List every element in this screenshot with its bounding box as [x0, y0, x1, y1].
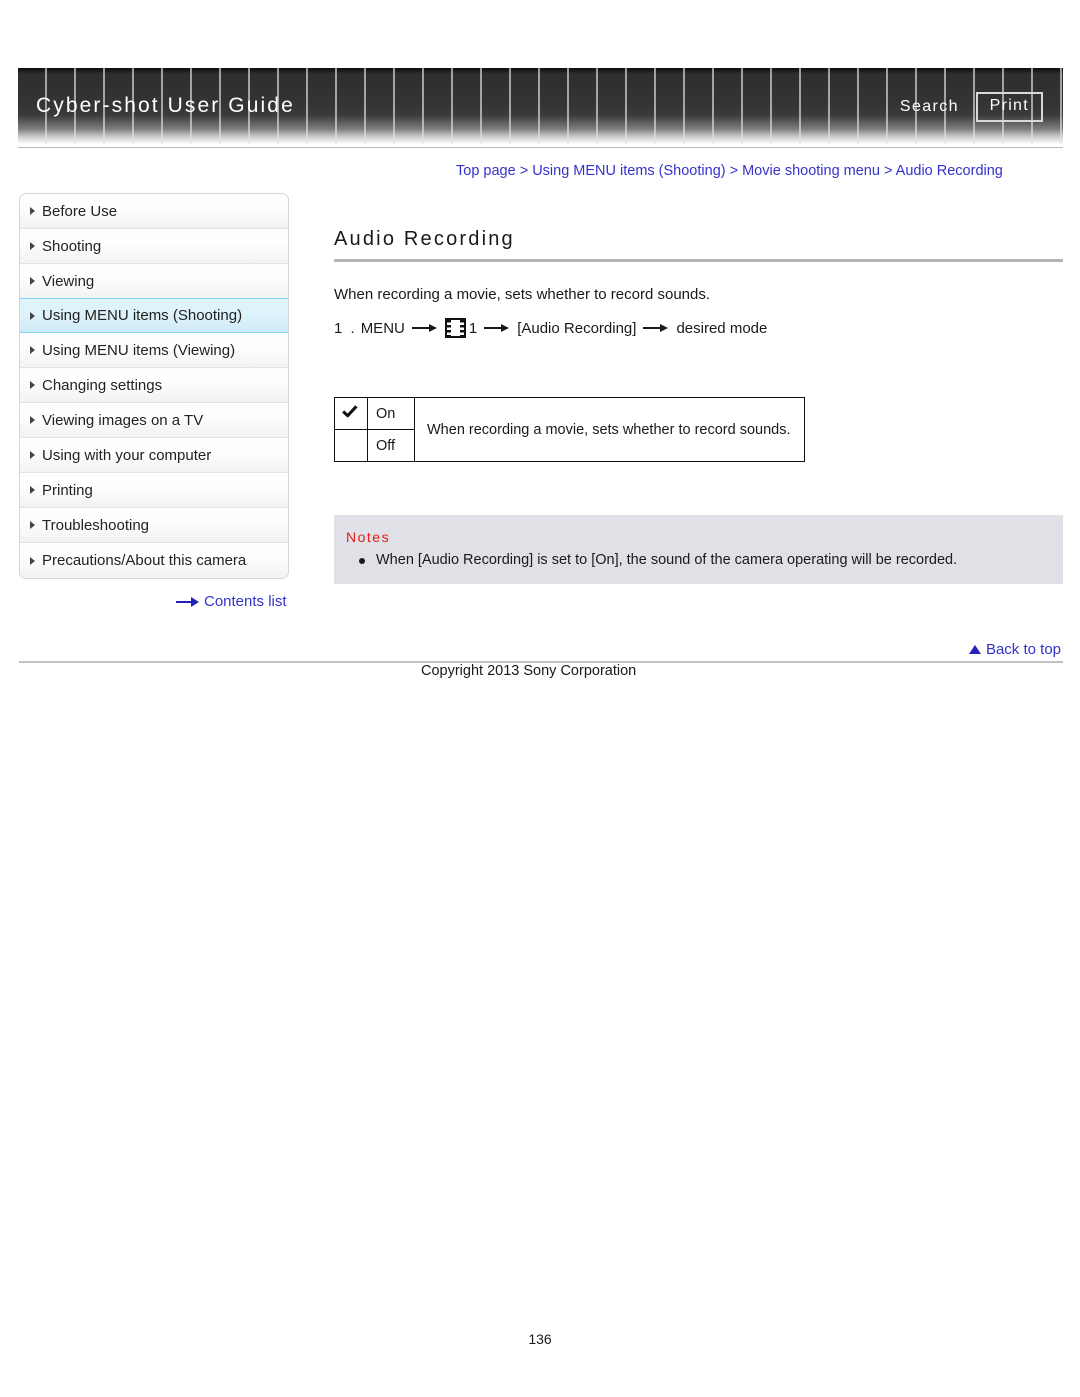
sidebar-item-shooting[interactable]: Shooting	[20, 229, 288, 264]
arrow-right-icon	[484, 324, 510, 333]
sidebar-item-label: Viewing	[42, 272, 95, 290]
copyright-text: Copyright 2013 Sony Corporation	[421, 663, 637, 679]
chevron-right-icon	[30, 346, 35, 354]
arrow-right-icon	[643, 324, 669, 333]
contents-list-label: Contents list	[204, 593, 287, 610]
list-item: When [Audio Recording] is set to [On], t…	[346, 552, 1063, 568]
step-target-label: desired mode	[676, 319, 768, 337]
page-number: 136	[528, 1331, 552, 1347]
site-header-banner: Cyber-shot User Guide Search Print	[18, 68, 1063, 144]
chevron-right-icon	[30, 381, 35, 389]
sidebar-item-troubleshooting[interactable]: Troubleshooting	[20, 508, 288, 543]
option-checked-cell	[334, 429, 368, 462]
sidebar-item-using-with-your-computer[interactable]: Using with your computer	[20, 438, 288, 473]
sidebar-item-label: Printing	[42, 481, 93, 499]
back-to-top-label: Back to top	[985, 641, 1061, 658]
option-name-cell[interactable]: On	[367, 397, 415, 430]
sidebar-item-viewing-images-on-a-tv[interactable]: Viewing images on a TV	[20, 403, 288, 438]
intro-text: When recording a movie, sets whether to …	[334, 286, 711, 303]
option-description-cell: When recording a movie, sets whether to …	[413, 397, 806, 462]
chevron-right-icon	[30, 521, 35, 529]
step-icon-index: 1	[468, 319, 478, 337]
sidebar-item-precautions-about-this-camera[interactable]: Precautions/About this camera	[20, 543, 288, 578]
procedure-step: 1 . MENU 1 [Audio Recording] desired mod…	[334, 318, 767, 338]
sidebar-item-label: Changing settings	[42, 376, 163, 394]
step-number: 1 .	[334, 319, 357, 337]
page-title: Audio Recording	[334, 228, 515, 250]
notes-list: When [Audio Recording] is set to [On], t…	[334, 552, 1063, 568]
sidebar-item-label: Troubleshooting	[42, 516, 150, 534]
checkmark-icon	[342, 405, 360, 418]
sidebar-item-label: Viewing images on a TV	[42, 411, 204, 429]
site-title: Cyber-shot User Guide	[36, 94, 295, 117]
header-divider	[18, 147, 1063, 148]
sidebar-item-before-use[interactable]: Before Use	[20, 194, 288, 229]
search-button[interactable]: Search	[900, 98, 959, 116]
sidebar-item-label: Precautions/About this camera	[42, 552, 247, 569]
triangle-up-icon	[968, 645, 981, 654]
sidebar-item-printing[interactable]: Printing	[20, 473, 288, 508]
chevron-right-icon	[30, 416, 35, 424]
arrow-right-icon	[176, 596, 200, 607]
chevron-right-icon	[30, 242, 35, 250]
option-name-cell[interactable]: Off	[367, 429, 415, 462]
arrow-right-icon	[411, 324, 438, 333]
sidebar-item-viewing[interactable]: Viewing	[20, 264, 288, 299]
sidebar-item-using-menu-items-viewing[interactable]: Using MENU items (Viewing)	[20, 333, 288, 368]
sidebar-item-label: Before Use	[42, 202, 118, 220]
notes-box: Notes When [Audio Recording] is set to […	[334, 515, 1063, 584]
sidebar-item-label: Using MENU items (Viewing)	[42, 341, 236, 359]
step-item-label: [Audio Recording]	[517, 319, 637, 337]
chevron-right-icon	[30, 556, 35, 565]
sidebar-item-changing-settings[interactable]: Changing settings	[20, 368, 288, 403]
chevron-right-icon	[30, 486, 35, 494]
sidebar-item-label: Using MENU items (Shooting)	[42, 307, 243, 324]
sidebar-nav: Before Use Shooting Viewing Using MENU i…	[19, 193, 289, 579]
breadcrumb[interactable]: Top page > Using MENU items (Shooting) >…	[456, 163, 1003, 179]
title-divider	[334, 259, 1063, 262]
step-menu-label: MENU	[360, 319, 405, 337]
chevron-right-icon	[30, 277, 35, 285]
option-checked-cell	[334, 397, 368, 430]
table-row: On When recording a movie, sets whether …	[334, 397, 806, 462]
chevron-right-icon	[30, 207, 35, 215]
film-strip-icon	[444, 318, 466, 338]
chevron-right-icon	[30, 451, 35, 459]
back-to-top-link[interactable]: Back to top	[968, 641, 1061, 658]
sidebar-item-label: Using with your computer	[42, 446, 212, 464]
chevron-right-icon	[30, 311, 35, 320]
print-button[interactable]: Print	[975, 92, 1043, 122]
notes-title: Notes	[346, 529, 391, 545]
sidebar-item-using-menu-items-shooting[interactable]: Using MENU items (Shooting)	[20, 298, 288, 333]
contents-list-link[interactable]: Contents list	[176, 593, 287, 610]
options-table: On When recording a movie, sets whether …	[334, 397, 806, 462]
sidebar-item-label: Shooting	[42, 237, 102, 255]
